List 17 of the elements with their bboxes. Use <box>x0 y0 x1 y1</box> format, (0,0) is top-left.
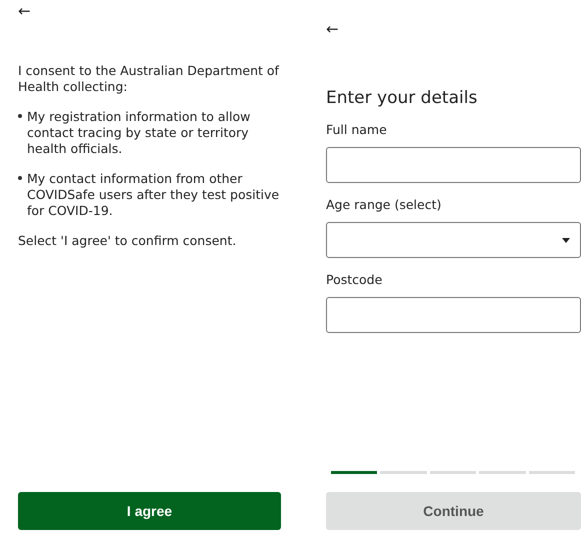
consent-item: My contact information from other COVIDSafe users after they test positive for COVID-19. <box>27 171 280 219</box>
agree-button[interactable]: I agree <box>18 492 281 530</box>
consent-item: My registration information to allow contact tracing by state or territory health officials. <box>27 109 252 157</box>
instruction-text: Select 'I agree' to confirm consent. <box>18 233 238 249</box>
field-label: Postcode <box>326 272 384 287</box>
bullet-icon <box>18 114 22 118</box>
caret-icon <box>562 238 570 243</box>
back-button[interactable]: ← <box>326 20 339 38</box>
field-label: Full name <box>326 122 388 137</box>
consent-intro: I consent to the Australian Department of Health collecting: <box>18 63 280 95</box>
input-field[interactable] <box>326 147 581 183</box>
input-field[interactable] <box>326 297 581 333</box>
field-label: Age range (select) <box>326 197 442 212</box>
back-button[interactable]: ← <box>18 2 31 20</box>
screen-title: Enter your details <box>326 88 478 108</box>
bullet-icon <box>18 176 22 180</box>
dropdown-field[interactable] <box>326 222 581 258</box>
